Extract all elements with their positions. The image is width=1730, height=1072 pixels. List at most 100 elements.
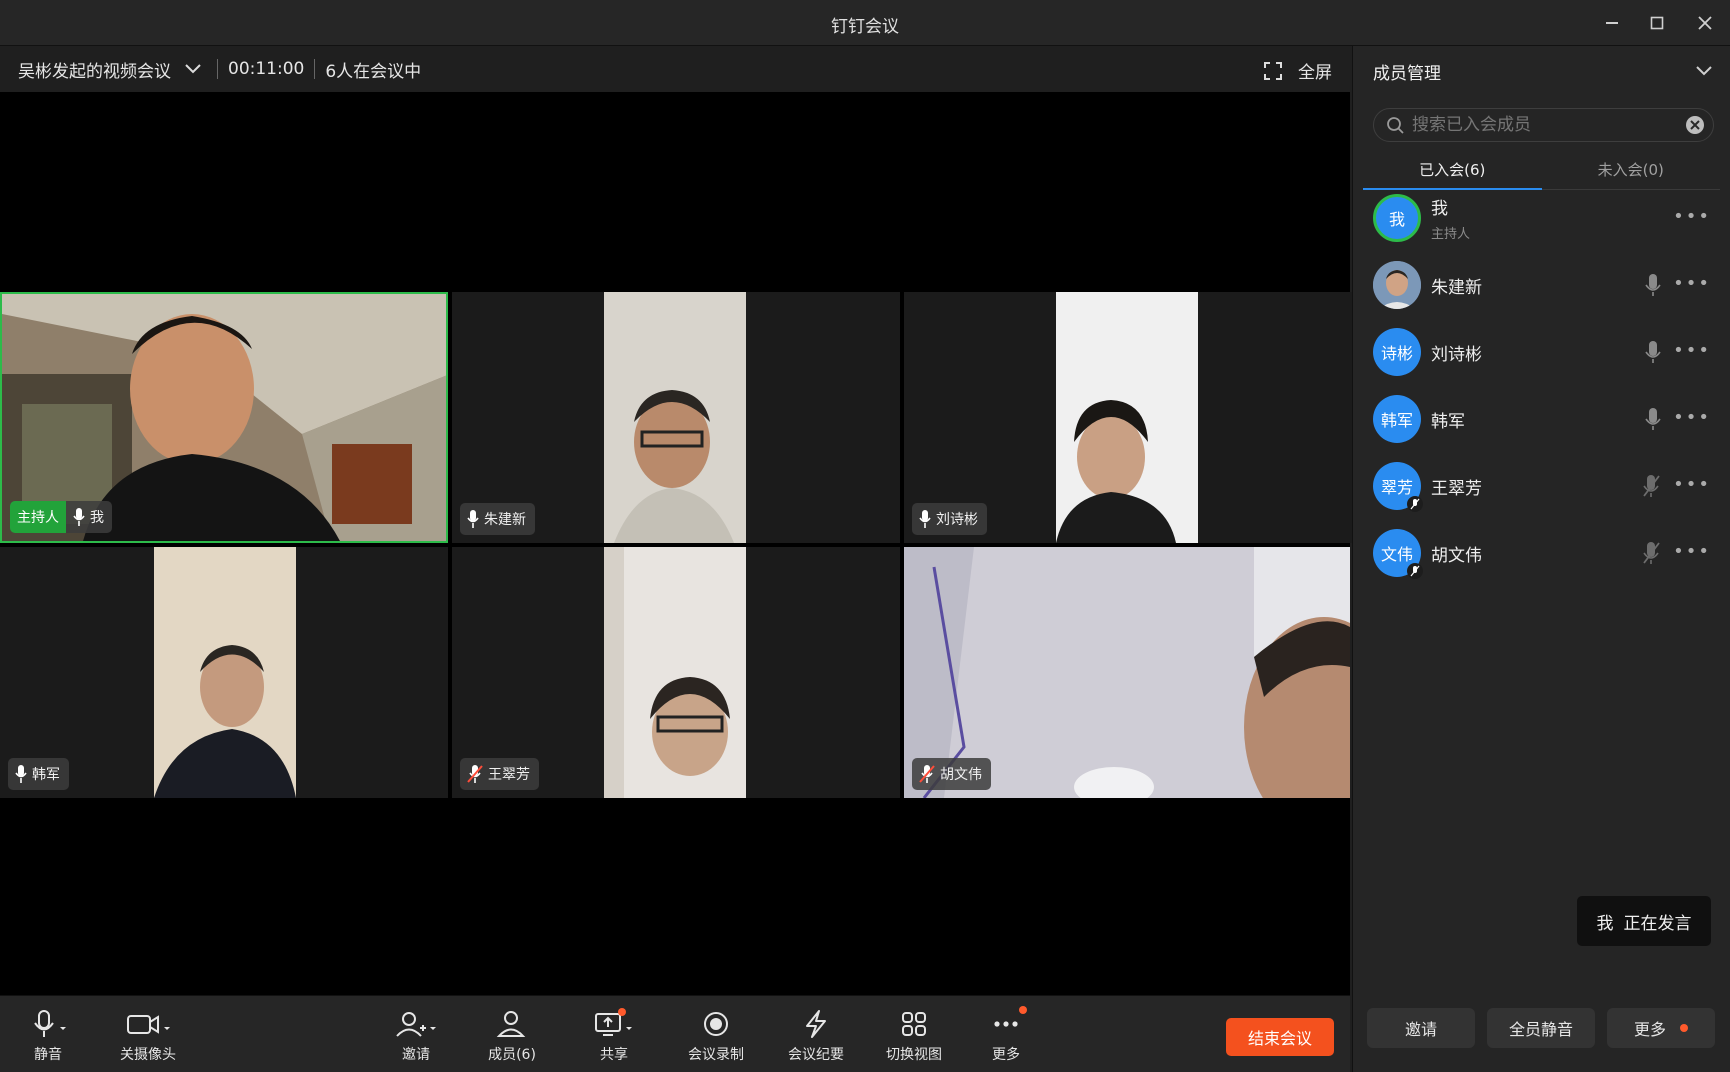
microphone-icon [73,508,85,526]
members-icon [496,1011,526,1037]
name-tag: 胡文伟 [912,758,991,790]
video-tile-wangcuifang[interactable]: 王翠芳 [452,547,900,798]
search-icon [1387,117,1404,134]
more-options-icon[interactable]: ••• [1673,474,1711,495]
member-search-input[interactable] [1412,115,1677,135]
record-button[interactable]: 会议录制 [676,1008,756,1064]
name-tag: 刘诗彬 [912,503,987,535]
video-tile-liushibin[interactable]: 刘诗彬 [904,292,1352,543]
participant-name: 王翠芳 [488,767,530,783]
more-options-icon[interactable]: ••• [1673,273,1711,294]
video-feed-image [604,292,746,543]
panel-title: 成员管理 [1373,63,1441,84]
video-feed [154,547,296,798]
invite-button[interactable]: 邀请 [376,1008,456,1064]
meeting-duration: 00:11:00 [228,59,305,79]
minutes-button[interactable]: 会议纪要 [776,1008,856,1064]
minimize-icon [1606,22,1618,24]
more-options-icon[interactable]: ••• [1673,541,1711,562]
switch-view-button[interactable]: 切换视图 [874,1008,954,1064]
member-row-wangcuifang[interactable]: 翠芳 王翠芳 ••• [1373,456,1713,516]
invite-label: 邀请 [402,1047,430,1063]
share-button[interactable]: 共享 [574,1008,654,1064]
microphone-icon [34,1010,66,1037]
record-label: 会议录制 [688,1047,744,1063]
notification-dot [618,1008,626,1016]
end-meeting-button[interactable]: 结束会议 [1226,1018,1334,1056]
notification-dot [1680,1024,1688,1032]
panel-invite-button[interactable]: 邀请 [1367,1008,1475,1048]
meeting-window: 钉钉会议 吴彬发起的视频会议 00:11:00 6人在会议中 全屏 主持人 我 … [0,0,1730,1072]
video-feed [604,292,746,543]
more-dots-icon [994,1021,1018,1027]
chevron-down-icon[interactable] [1694,64,1714,78]
camera-button[interactable]: 关摄像头 [108,1008,188,1064]
meeting-name-dropdown[interactable]: 吴彬发起的视频会议 [18,57,207,82]
fullscreen-button[interactable]: 全屏 [1264,58,1332,83]
video-feed [1056,292,1198,543]
close-button[interactable] [1688,8,1722,38]
fullscreen-icon [1264,61,1282,80]
video-feed [604,547,746,798]
microphone-icon [467,510,479,528]
member-name: 刘诗彬 [1431,344,1482,365]
muted-microphone-icon[interactable] [1641,474,1661,498]
member-row-zhujianxin[interactable]: 朱建新 ••• [1373,255,1713,315]
meeting-name: 吴彬发起的视频会议 [18,61,171,82]
name-tag: 朱建新 [460,503,535,535]
window-title: 钉钉会议 [831,17,899,37]
camera-label: 关摄像头 [120,1047,176,1063]
video-feed-image [1056,292,1198,543]
more-button[interactable]: 更多 [966,1006,1046,1064]
divider [314,59,316,79]
muted-microphone-icon [467,765,483,783]
member-name: 我 [1431,199,1448,219]
member-row-huwenwei[interactable]: 文伟 胡文伟 ••• [1373,523,1713,583]
muted-microphone-icon[interactable] [1641,541,1661,565]
participant-name: 韩军 [32,767,60,783]
clear-icon[interactable] [1685,115,1705,135]
tab-joined[interactable]: 已入会(6) [1363,150,1542,190]
video-tile-hanjun[interactable]: 韩军 [0,547,448,798]
host-badge: 主持人 [10,501,66,533]
member-name: 朱建新 [1431,277,1482,298]
minutes-label: 会议纪要 [788,1047,844,1063]
more-label: 更多 [992,1047,1020,1063]
microphone-icon[interactable] [1645,273,1661,297]
speaking-indicator: 我 正在发言 [1577,896,1711,946]
mute-button[interactable]: 静音 [8,1008,88,1064]
maximize-button[interactable] [1640,8,1674,38]
members-button[interactable]: 成员(6) [472,1008,552,1064]
more-options-icon[interactable]: ••• [1673,407,1711,428]
member-search [1373,108,1714,142]
panel-more-button[interactable]: 更多 [1607,1008,1715,1048]
member-row-me[interactable]: 我 我 主持人 ••• [1373,188,1713,248]
participant-status: 6人在会议中 [325,61,422,82]
speaking-text: 正在发言 [1623,913,1692,934]
more-options-icon[interactable]: ••• [1673,206,1711,227]
member-name: 王翠芳 [1431,478,1482,499]
member-row-hanjun[interactable]: 韩军 韩军 ••• [1373,389,1713,449]
video-tile-huwenwei[interactable]: 胡文伟 [904,547,1350,798]
divider [217,59,218,79]
mobile-device-badge [1407,563,1423,579]
name-tag: 韩军 [8,758,69,790]
grid-view-icon [902,1012,926,1036]
tab-not-joined[interactable]: 未入会(0) [1542,150,1721,189]
mute-all-button[interactable]: 全员静音 [1487,1008,1595,1048]
minimize-button[interactable] [1595,8,1629,38]
member-tabs: 已入会(6) 未入会(0) [1363,150,1720,190]
video-tile-zhujianxin[interactable]: 朱建新 [452,292,900,543]
members-label: 成员(6) [488,1047,536,1063]
participant-name: 朱建新 [484,512,526,528]
video-tile-me[interactable]: 主持人 我 [0,292,448,543]
video-feed-image [604,547,746,798]
member-row-liushibin[interactable]: 诗彬 刘诗彬 ••• [1373,322,1713,382]
more-options-icon[interactable]: ••• [1673,340,1711,361]
microphone-icon[interactable] [1645,340,1661,364]
avatar-text: 文伟 [1380,545,1413,564]
share-screen-icon [595,1013,632,1036]
microphone-icon [919,510,931,528]
microphone-icon[interactable] [1645,407,1661,431]
meeting-info-bar: 吴彬发起的视频会议 00:11:00 6人在会议中 全屏 [0,46,1350,92]
